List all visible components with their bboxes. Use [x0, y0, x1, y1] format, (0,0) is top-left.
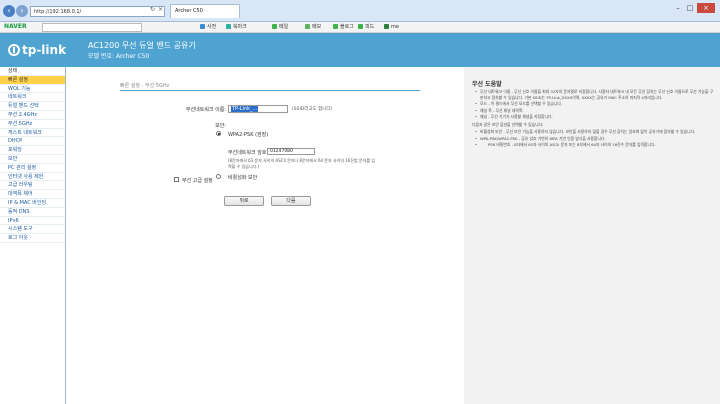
password-input[interactable]: 01247080 [267, 148, 315, 155]
sidebar-item-wol[interactable]: WOL 기능 [0, 85, 65, 94]
naver-logo[interactable]: NAVER [4, 23, 27, 30]
sidebar-item-ddns[interactable]: 동적 DNS [0, 208, 65, 217]
help-bullet: 무선 네트워크 이름 - 무선 신호 이름을 최대 32자의 문자열로 지정합니… [475, 89, 716, 100]
sidebar-item-quick-setup[interactable]: 빠른 설정 [0, 75, 65, 85]
advanced-settings-checkbox[interactable] [174, 177, 179, 182]
refresh-icon[interactable]: ↻ [150, 6, 155, 13]
toolbar-search-input[interactable] [42, 23, 142, 32]
back-button[interactable]: 뒤로 [224, 196, 264, 206]
toolbar-item-mail[interactable]: 메일 [272, 23, 288, 32]
tab-label: Archer C50 [175, 8, 203, 14]
mail-icon [272, 24, 277, 29]
memo-icon [305, 24, 310, 29]
minimize-icon[interactable]: – [672, 3, 684, 13]
sidebar-item-access-control[interactable]: 인터넷 사용 제한 [0, 173, 65, 182]
ssid-label: 무선네트워크 이름: [185, 107, 226, 113]
address-bar[interactable]: http://192.168.0.1/ [30, 6, 165, 17]
help-bullet: 모드 - 이 필드에서 무선 모드를 선택할 수 있습니다. [475, 101, 716, 107]
ssid-input[interactable]: TP-Link_... [228, 105, 288, 113]
help-security-bullet: PSK 비밀번호 - 8자에서 63자 사이의 ASCII 문자 또는 8자에서… [475, 142, 716, 148]
ssid-value: TP-Link_... [231, 106, 259, 112]
toolbar-item-feed[interactable]: 피드 [358, 23, 374, 32]
security-label: 보안: [215, 123, 226, 129]
ssid-hint: (SSID라고도 합니다) [292, 107, 333, 112]
bookmark-icon [226, 24, 231, 29]
next-button[interactable]: 다음 [271, 196, 311, 206]
sidebar-item-bandwidth[interactable]: 대역폭 제어 [0, 190, 65, 199]
wpa2-psk-radio[interactable] [216, 131, 221, 136]
toolbar-item-dictionary[interactable]: 사전 [200, 23, 216, 32]
sidebar-item-dhcp[interactable]: DHCP [0, 137, 65, 147]
sidebar-item-pc-management[interactable]: PC 관리 설정 [0, 164, 65, 173]
help-bullet: 채널 폭 - 무선 채널 대역폭. [475, 108, 716, 114]
sidebar-item-advanced-routing[interactable]: 고급 라우팅 [0, 181, 65, 191]
help-security-intro: 다음과 같은 보안 옵션을 선택할 수 있습니다: [472, 121, 544, 127]
toolbar-item-me[interactable]: me [384, 23, 399, 32]
toolbar-item-bookmark[interactable]: 북마크 [226, 23, 247, 32]
sidebar-item-network[interactable]: 네트워크 [0, 93, 65, 103]
sidebar-item-forwarding[interactable]: 포워딩 [0, 146, 65, 155]
close-icon[interactable]: × [158, 6, 163, 13]
help-panel: 무선 도움말 무선 네트워크 이름 - 무선 신호 이름을 최대 32자의 문자… [464, 67, 720, 404]
model-number: 모델 번호: Archer C50 [88, 53, 150, 60]
dictionary-icon [200, 24, 205, 29]
close-window-icon[interactable]: × [697, 3, 715, 13]
section-title: 빠른 설정 - 무선 5GHz [120, 83, 170, 89]
browser-title-bar: ‹ › http://192.168.0.1/ ↻ × Archer C50 –… [0, 0, 720, 22]
main-content: 빠른 설정 - 무선 5GHz 무선네트워크 이름: TP-Link_... (… [66, 67, 464, 404]
tp-link-logo-icon [8, 44, 20, 56]
tp-link-logo: tp-link [8, 43, 66, 57]
sidebar-item-wireless-24[interactable]: 무선 2.4GHz [0, 111, 65, 120]
toolbar-item-blog[interactable]: 블로그 [333, 23, 354, 32]
sidebar-menu: 상태 빠른 설정 WOL 기능 네트워크 듀얼 밴드 선택 무선 2.4GHz … [0, 67, 66, 404]
wpa2-psk-label: WPA2-PSK (권장) [228, 132, 269, 138]
naver-toolbar: NAVER 사전 북마크 메일 메모 블로그 피드 me [0, 22, 720, 33]
help-body: 무선 네트워크 이름 - 무선 신호 이름을 최대 32자의 문자열로 지정합니… [472, 89, 716, 149]
help-security-bullet: WPA-PSK/WPA2-PSK - 공유 암호 기반의 WPA 기반 인증 방… [475, 136, 716, 142]
help-title: 무선 도움말 [472, 81, 502, 88]
sidebar-item-system-tools[interactable]: 시스템 도구 [0, 225, 65, 235]
sidebar-item-guest-network[interactable]: 게스트 네트워크 [0, 129, 65, 138]
sidebar-item-dual-band[interactable]: 듀얼 밴드 선택 [0, 102, 65, 111]
router-header: tp-link AC1200 무선 듀얼 밴드 공유기 모델 번호: Arche… [0, 33, 720, 67]
maximize-icon[interactable]: □ [684, 3, 696, 13]
feed-icon [358, 24, 363, 29]
sidebar-item-security[interactable]: 보안 [0, 155, 65, 164]
blog-icon [333, 24, 338, 29]
back-icon[interactable]: ‹ [3, 5, 15, 17]
help-bullet: 채널 - 무선 기기가 사용할 채널을 지정합니다. [475, 114, 716, 120]
sidebar-item-wireless-5[interactable]: 무선 5GHz [0, 120, 65, 129]
toolbar-item-memo[interactable]: 메모 [305, 23, 321, 32]
me-icon [384, 24, 389, 29]
sidebar-item-status[interactable]: 상태 [0, 67, 65, 76]
sidebar-item-ip-mac-binding[interactable]: IP & MAC 바인딩 [0, 199, 65, 208]
password-note: (8문자에서 63 문자 사이의 ASCII 문자나 8문자에서 64 문자 사… [228, 158, 375, 169]
forward-icon[interactable]: › [16, 5, 28, 17]
disable-security-label: 비활성화 보안 [228, 175, 258, 181]
sidebar-item-ipv6[interactable]: IPv6 [0, 217, 65, 226]
advanced-settings-label: 무선 고급 설정 [182, 178, 213, 184]
sidebar-item-logout[interactable]: 로그 아웃 [0, 234, 65, 243]
tab-archer-c50[interactable]: Archer C50 [170, 4, 240, 18]
product-title: AC1200 무선 듀얼 밴드 공유기 [88, 41, 196, 50]
disable-security-radio[interactable] [216, 174, 221, 179]
password-label: 무선네트워크 암호: [228, 150, 269, 156]
section-divider [120, 90, 420, 91]
help-security-bullet: 비활성화 보안 - 무선 보안 기능을 사용하지 않습니다. 보안을 사용하지 … [475, 129, 716, 135]
